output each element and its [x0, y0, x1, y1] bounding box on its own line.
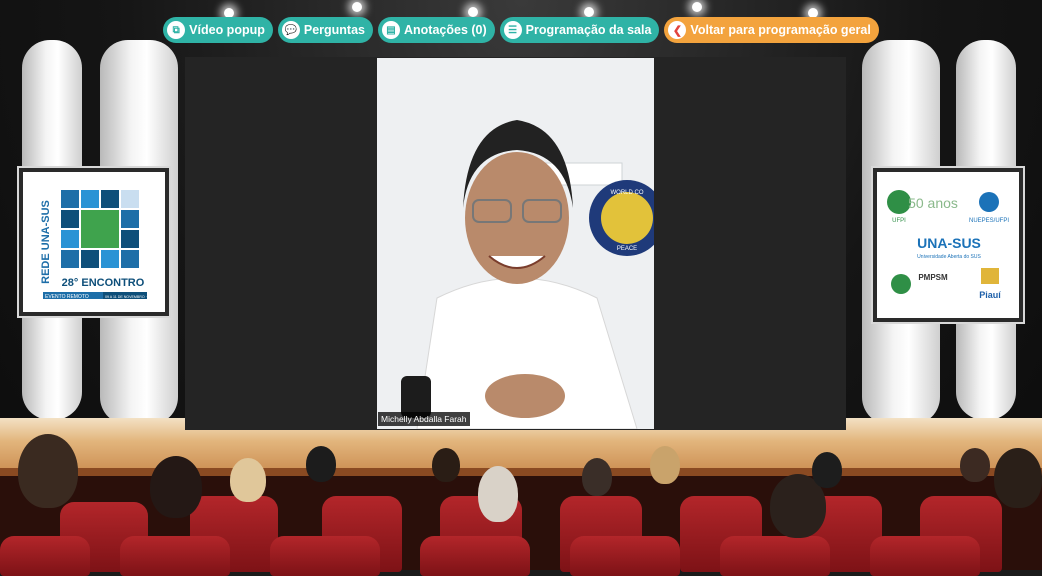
back-to-general-schedule-button[interactable]: ❮ Voltar para programação geral	[664, 17, 879, 43]
chat-bubbles-icon: 💬	[281, 21, 300, 39]
audience-member-head	[306, 446, 336, 482]
pmpsm-label: PMPSM	[918, 273, 948, 282]
room-schedule-label: Programação da sala	[525, 23, 652, 37]
una-sus-sub-label: Universidade Aberta do SUS	[917, 254, 981, 260]
left-event-poster: REDE UNA-SUS 28° ENCONTRO EVENTO REMOTO …	[19, 168, 169, 316]
svg-text:WORLD CO: WORLD CO	[611, 190, 644, 196]
seat	[0, 536, 90, 576]
poster-subtitle-right: 09 A 11 DE NOVEMBRO · 2021	[105, 295, 156, 299]
piaui-label: Piauí	[979, 290, 1001, 300]
seat	[720, 536, 830, 576]
ceiling-light	[468, 7, 478, 17]
audience-member-head	[230, 458, 266, 502]
ceiling-light	[352, 2, 362, 12]
ceiling-light	[584, 7, 594, 17]
nuepes-logo-icon	[979, 192, 999, 212]
audience-member-head	[994, 448, 1042, 508]
audience-member-head	[432, 448, 460, 482]
video-screen[interactable]: WORLD CO PEACE Michelly Abdalla Farah	[185, 57, 846, 430]
questions-button[interactable]: 💬 Perguntas	[277, 17, 373, 43]
seat	[570, 536, 680, 576]
audience-area	[0, 434, 1042, 576]
speaker-video[interactable]: WORLD CO PEACE Michelly Abdalla Farah	[377, 58, 654, 429]
poster-subtitle: EVENTO REMOTO	[45, 294, 89, 300]
seat	[270, 536, 380, 576]
participant-name-tag: Michelly Abdalla Farah	[378, 412, 470, 426]
external-link-icon: ⧉	[167, 21, 186, 39]
video-popup-label: Vídeo popup	[189, 23, 265, 37]
ceiling-light	[692, 2, 702, 12]
seat	[420, 536, 530, 576]
una-sus-poster-art: REDE UNA-SUS 28° ENCONTRO EVENTO REMOTO …	[40, 190, 156, 300]
audience-member-head	[150, 456, 202, 518]
notes-button[interactable]: ▤ Anotações (0)	[378, 17, 495, 43]
audience-member-head	[812, 452, 842, 488]
audience-member-head	[582, 458, 612, 496]
right-logos-poster: UFPI 50 anos NUEPES/UFPI UNA-SUS Univers…	[873, 168, 1023, 322]
svg-text:PEACE: PEACE	[617, 246, 637, 252]
una-sus-label: UNA-SUS	[917, 235, 981, 251]
audience-member-head	[18, 434, 78, 508]
nuepes-label: NUEPES/UFPI	[969, 218, 1009, 224]
room-toolbar: ⧉ Vídeo popup 💬 Perguntas ▤ Anotações (0…	[0, 17, 1042, 43]
back-to-general-schedule-label: Voltar para programação geral	[690, 23, 871, 37]
video-popup-button[interactable]: ⧉ Vídeo popup	[163, 17, 273, 43]
list-icon: ☰	[503, 21, 522, 39]
notes-label: Anotações (0)	[404, 23, 487, 37]
audience-member-head	[478, 466, 518, 522]
poster-vertical-text: REDE UNA-SUS	[40, 200, 52, 284]
seat	[120, 536, 230, 576]
seat	[870, 536, 980, 576]
partner-logos: UFPI 50 anos NUEPES/UFPI UNA-SUS Univers…	[887, 190, 1009, 300]
audience-member-head	[960, 448, 990, 482]
pmpsm-logo-icon	[891, 274, 911, 294]
questions-label: Perguntas	[303, 23, 365, 37]
speaker-video-frame: WORLD CO PEACE	[377, 58, 654, 429]
audience-member-head	[650, 446, 680, 484]
back-icon: ❮	[668, 21, 687, 39]
fifty-years-label: 50 anos	[908, 195, 958, 211]
ufpi-label: UFPI	[892, 218, 906, 224]
piaui-crest-icon	[981, 268, 999, 284]
room-schedule-button[interactable]: ☰ Programação da sala	[499, 17, 660, 43]
poster-title: 28° ENCONTRO	[62, 277, 145, 289]
note-icon: ▤	[382, 21, 400, 39]
